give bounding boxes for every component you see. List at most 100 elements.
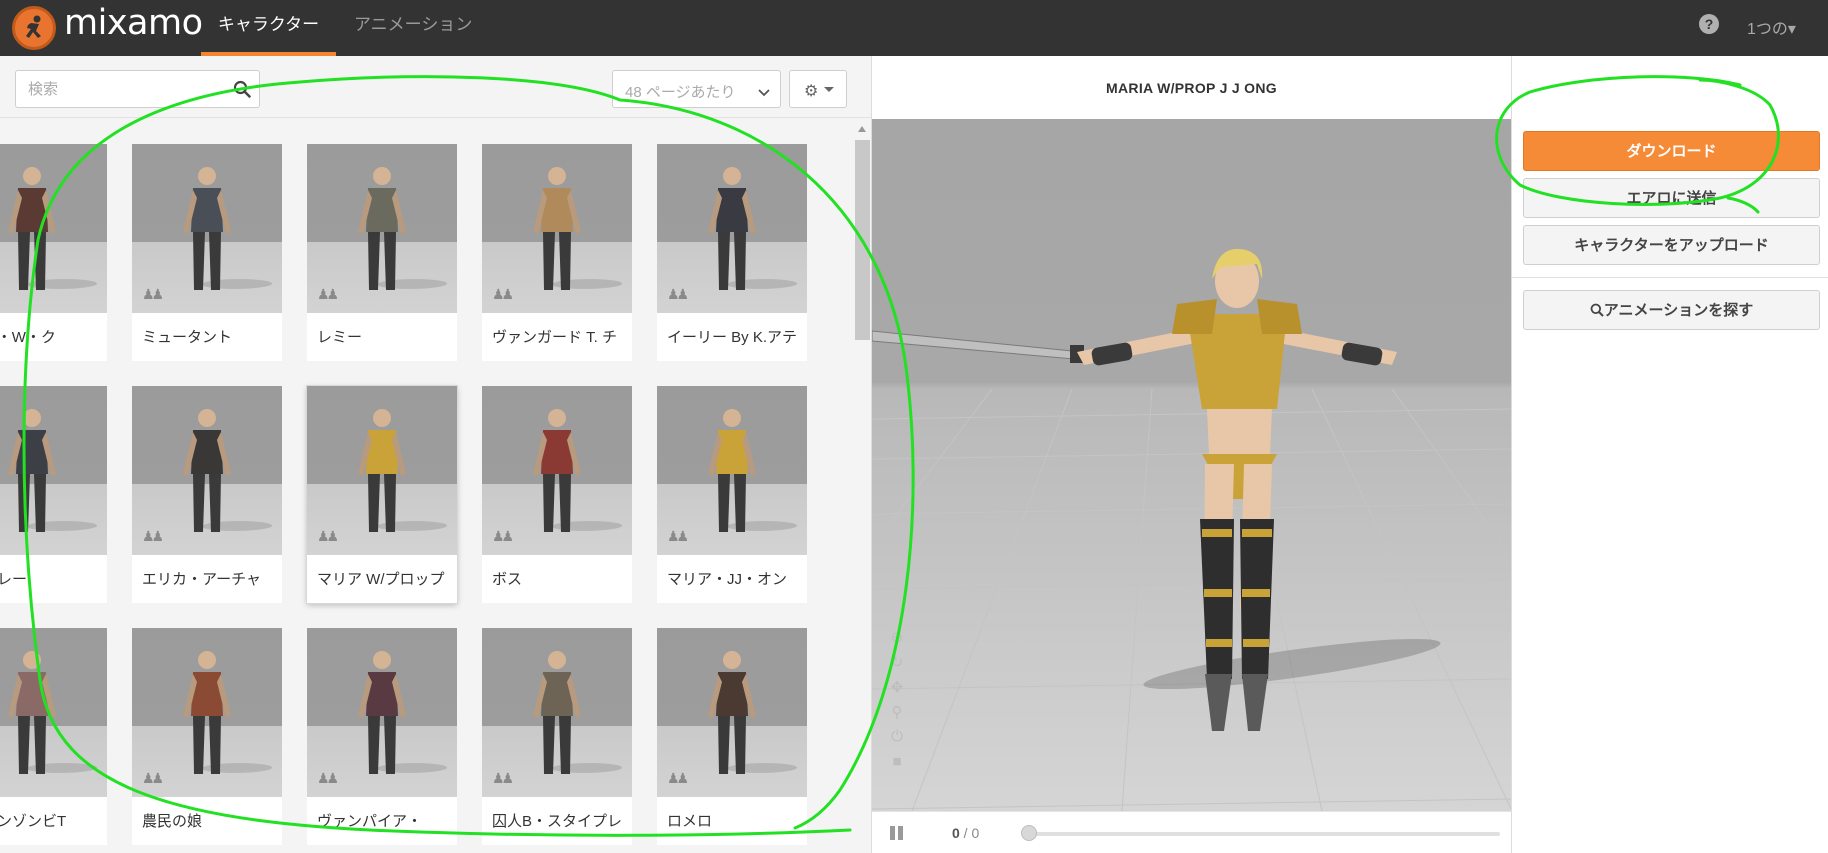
character-card[interactable]: ♟♟ マリア W/プロップ xyxy=(307,386,457,603)
people-icon: ♟♟ xyxy=(667,770,689,786)
tab-animations[interactable]: アニメーション xyxy=(354,0,472,56)
character-browser: 48 ページあたり ⚙ ♟♟ ック・W・ク ♟♟ ミュータント ♟♟ レミー ♟♟ ヴァンガー… xyxy=(0,56,871,853)
settings-dropdown-button[interactable]: ⚙ xyxy=(789,70,847,108)
search-icon[interactable] xyxy=(233,80,251,103)
scroll-up-arrow-icon[interactable] xyxy=(858,126,866,132)
character-name: ングレー xyxy=(0,571,28,588)
frame-current: 0 xyxy=(952,825,960,841)
upload-character-button[interactable]: キャラクターをアップロード xyxy=(1523,225,1820,265)
zoom-icon[interactable]: ⚲ xyxy=(888,703,906,721)
character-card[interactable]: ♟♟ ルトンゾンビT xyxy=(0,628,107,845)
rotate-icon[interactable]: ↻ xyxy=(888,653,906,671)
character-figure xyxy=(533,167,581,290)
tab-characters[interactable]: キャラクター xyxy=(201,0,336,56)
browser-toolbar: 48 ページあたり ⚙ xyxy=(0,56,871,118)
character-card[interactable]: ♟♟ マリア・JJ・オン xyxy=(657,386,807,603)
character-card[interactable]: ♟♟ ミュータント xyxy=(132,144,282,361)
character-figure xyxy=(533,409,581,532)
people-icon: ♟♟ xyxy=(492,528,514,544)
3d-viewport[interactable] xyxy=(872,119,1511,811)
gear-icon: ⚙ xyxy=(804,83,819,100)
camera-icon[interactable]: ■ xyxy=(888,753,906,771)
character-figure xyxy=(8,651,56,774)
help-icon[interactable]: ? xyxy=(1699,14,1719,34)
character-card[interactable]: ♟♟ イーリー By K.アテ xyxy=(657,144,807,361)
character-name: ック・W・ク xyxy=(0,329,56,346)
power-icon[interactable]: ⏻ xyxy=(888,728,906,746)
character-thumbnail[interactable]: ♟♟ xyxy=(0,628,107,797)
character-thumbnail[interactable]: ♟♟ xyxy=(657,386,807,555)
character-figure xyxy=(708,409,756,532)
character-name: レミー xyxy=(317,329,363,346)
character-figure xyxy=(708,651,756,774)
top-navbar: mixamo キャラクター アニメーション ? 1つの▾ xyxy=(0,0,1828,56)
character-name: ヴァンガード T. チ xyxy=(492,329,618,346)
brand-name[interactable]: mixamo xyxy=(64,3,203,43)
character-card[interactable]: ♟♟ 囚人B・スタイプレ xyxy=(482,628,632,845)
character-card[interactable]: ♟♟ レミー xyxy=(307,144,457,361)
character-thumbnail[interactable]: ♟♟ xyxy=(482,628,632,797)
timeline-scrubber[interactable] xyxy=(1021,825,1037,841)
per-page-select[interactable]: 48 ページあたり xyxy=(612,70,781,108)
character-name: エリカ・アーチャ xyxy=(142,571,261,588)
people-icon: ♟♟ xyxy=(492,770,514,786)
character-thumbnail[interactable]: ♟♟ xyxy=(482,386,632,555)
character-thumbnail[interactable]: ♟♟ xyxy=(132,144,282,313)
character-name: マリア W/プロップ xyxy=(317,571,445,588)
character-name: ボス xyxy=(492,571,523,588)
mixamo-logo-icon[interactable] xyxy=(12,6,56,50)
character-name: ミュータント xyxy=(142,329,233,346)
chevron-down-icon xyxy=(758,84,770,102)
character-thumbnail[interactable]: ♟♟ xyxy=(657,144,807,313)
character-card[interactable]: ♟♟ ングレー xyxy=(0,386,107,603)
character-thumbnail[interactable]: ♟♟ xyxy=(307,628,457,797)
character-name: ルトンゾンビT xyxy=(0,813,67,830)
character-card[interactable]: ♟♟ 農民の娘 xyxy=(132,628,282,845)
character-thumbnail[interactable]: ♟♟ xyxy=(657,628,807,797)
playback-bar: 0 / 0 xyxy=(872,811,1511,853)
people-icon: ♟♟ xyxy=(142,528,164,544)
character-thumbnail[interactable]: ♟♟ xyxy=(0,386,107,555)
people-icon: ♟♟ xyxy=(667,286,689,302)
character-card[interactable]: ♟♟ ヴァンガード T. チ xyxy=(482,144,632,361)
find-animations-label: アニメーションを探す xyxy=(1603,302,1754,319)
people-icon: ♟♟ xyxy=(142,770,164,786)
character-grid: ♟♟ ック・W・ク ♟♟ ミュータント ♟♟ レミー ♟♟ ヴァンガード T. チ ♟♟ イーリー… xyxy=(0,118,850,853)
orbit-icon[interactable]: ⊕ xyxy=(888,628,906,646)
character-thumbnail[interactable]: ♟♟ xyxy=(482,144,632,313)
grid-scrollbar[interactable] xyxy=(854,118,871,853)
pause-icon[interactable] xyxy=(890,826,904,840)
people-icon: ♟♟ xyxy=(667,528,689,544)
search-input[interactable] xyxy=(16,71,226,107)
search-box xyxy=(15,70,260,108)
character-card[interactable]: ♟♟ ヴァンパイア・ xyxy=(307,628,457,845)
account-menu[interactable]: 1つの▾ xyxy=(1747,15,1796,39)
download-button[interactable]: ダウンロード xyxy=(1523,131,1820,171)
character-thumbnail[interactable]: ♟♟ xyxy=(307,386,457,555)
character-thumbnail[interactable]: ♟♟ xyxy=(132,386,282,555)
people-icon: ♟♟ xyxy=(492,286,514,302)
character-name: 囚人B・スタイプレ xyxy=(492,813,623,830)
viewer-title: MARIA W/PROP J J ONG xyxy=(1106,80,1277,96)
people-icon: ♟♟ xyxy=(142,286,164,302)
character-name: マリア・JJ・オン xyxy=(667,571,788,588)
panel-separator xyxy=(1512,277,1828,278)
character-name: イーリー By K.アテ xyxy=(667,329,798,346)
character-card[interactable]: ♟♟ エリカ・アーチャ xyxy=(132,386,282,603)
people-icon: ♟♟ xyxy=(317,770,339,786)
character-card[interactable]: ♟♟ ボス xyxy=(482,386,632,603)
character-thumbnail[interactable]: ♟♟ xyxy=(307,144,457,313)
scrollbar-thumb[interactable] xyxy=(855,140,870,340)
character-figure xyxy=(183,409,231,532)
character-thumbnail[interactable]: ♟♟ xyxy=(0,144,107,313)
find-animations-button[interactable]: アニメーションを探す xyxy=(1523,290,1820,330)
timeline-track[interactable] xyxy=(1024,832,1500,836)
pan-icon[interactable]: ✥ xyxy=(888,678,906,696)
character-thumbnail[interactable]: ♟♟ xyxy=(132,628,282,797)
character-card[interactable]: ♟♟ ロメロ xyxy=(657,628,807,845)
character-figure xyxy=(358,167,406,290)
character-card[interactable]: ♟♟ ック・W・ク xyxy=(0,144,107,361)
frame-counter: 0 / 0 xyxy=(952,825,979,841)
send-to-aero-button[interactable]: エアロに送信 xyxy=(1523,178,1820,218)
character-figure xyxy=(708,167,756,290)
